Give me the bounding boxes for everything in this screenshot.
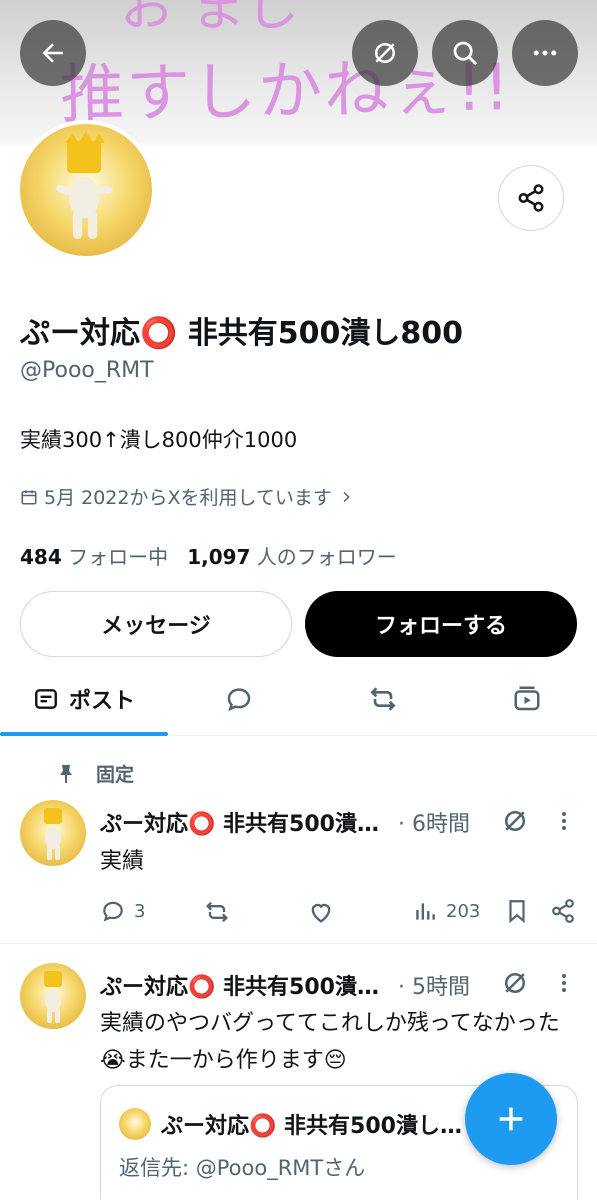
grok-icon[interactable] xyxy=(500,806,530,836)
media-tab-icon xyxy=(514,686,539,711)
post-avatar[interactable] xyxy=(20,800,86,866)
post-author-name[interactable]: ぷー対応⭕️ 非共有500潰し800 xyxy=(100,806,390,838)
more-button[interactable] xyxy=(512,20,578,86)
replies-tab-icon xyxy=(227,688,251,712)
profile-avatar[interactable] xyxy=(16,120,156,260)
repost-button[interactable] xyxy=(203,898,231,926)
tab-reposts[interactable] xyxy=(310,662,456,736)
follow-button[interactable]: フォローする xyxy=(305,591,577,657)
quoted-post-author: ぷー対応⭕️ 非共有500潰し800 xyxy=(161,1114,471,1139)
post-share-button[interactable] xyxy=(550,898,576,924)
post-header: ぷー対応⭕️ 非共有500潰し800 · 5時間 xyxy=(100,969,470,1001)
pin-icon xyxy=(60,764,72,783)
bookmark-icon xyxy=(509,900,525,924)
tab-replies[interactable] xyxy=(168,662,310,736)
views-icon xyxy=(416,903,435,920)
grok-button[interactable] xyxy=(352,20,418,86)
pinned-indicator: 固定 xyxy=(54,760,134,787)
tab-media[interactable] xyxy=(456,662,597,736)
reposts-tab-icon xyxy=(370,687,396,711)
grok-icon xyxy=(375,43,395,63)
avatar-figure-icon xyxy=(44,971,62,1023)
compose-plus-icon xyxy=(499,1107,523,1131)
active-tab-indicator xyxy=(0,732,168,736)
reply-count: 3 xyxy=(134,900,146,922)
user-handle: @Pooo_RMT xyxy=(20,358,154,383)
chevron-right-icon xyxy=(343,491,350,502)
share-profile-button[interactable] xyxy=(498,165,564,231)
post-time[interactable]: · 5時間 xyxy=(398,969,470,1001)
joined-date: 5月 2022からXを利用しています xyxy=(44,487,332,509)
post-text: 実績 xyxy=(100,849,145,874)
tab-posts[interactable]: ポスト xyxy=(0,662,168,736)
like-button[interactable] xyxy=(307,898,335,926)
post-more-icon[interactable] xyxy=(552,970,576,996)
avatar-figure-icon xyxy=(44,808,62,860)
post-text: 実績のやつバグっててこれしか残ってなかった😭また一から作ります😔 xyxy=(100,1011,560,1073)
post-header: ぷー対応⭕️ 非共有500潰し800 · 6時間 xyxy=(100,806,470,838)
views-count: 203 xyxy=(446,900,481,922)
message-button[interactable]: メッセージ xyxy=(20,591,292,657)
compose-post-button[interactable] xyxy=(465,1073,557,1165)
repost-icon xyxy=(206,901,228,923)
reply-button[interactable]: 3 xyxy=(100,898,145,924)
bookmark-button[interactable] xyxy=(504,898,530,924)
joined-date-link[interactable]: 5月 2022からXを利用しています xyxy=(20,483,354,510)
post-divider xyxy=(0,943,597,944)
avatar-figure-icon xyxy=(56,131,113,240)
share-icon xyxy=(518,184,544,212)
share-icon xyxy=(552,899,574,923)
post-author-name[interactable]: ぷー対応⭕️ 非共有500潰し800 xyxy=(100,969,390,1001)
banner-scribble-top: お まし xyxy=(120,0,300,38)
back-button[interactable] xyxy=(20,20,86,86)
followers-link[interactable]: 1,097 人のフォロワー xyxy=(187,545,397,569)
quoted-post-header: ぷー対応⭕️ 非共有500潰し800 xyxy=(119,1108,471,1140)
views-button[interactable]: 203 xyxy=(412,898,480,924)
posts-tab-icon xyxy=(35,689,57,709)
quoted-post-avatar xyxy=(119,1108,151,1140)
profile-tabs: ポスト xyxy=(0,662,597,736)
profile-bio: 実績300↑潰し800仲介1000 xyxy=(20,428,298,452)
follow-stats: 484 フォロー中 1,097 人のフォロワー xyxy=(20,541,397,570)
post-avatar[interactable] xyxy=(20,963,86,1029)
calendar-icon xyxy=(21,489,37,504)
search-button[interactable] xyxy=(432,20,498,86)
quoted-post-reply-to: 返信先: @Pooo_RMTさん xyxy=(119,1156,366,1180)
post-time[interactable]: · 6時間 xyxy=(398,806,470,838)
pinned-label: 固定 xyxy=(96,764,135,786)
reply-icon xyxy=(103,901,123,922)
more-icon xyxy=(533,50,557,56)
search-icon xyxy=(453,41,478,66)
like-icon xyxy=(311,903,331,923)
post-more-icon[interactable] xyxy=(552,808,576,834)
grok-icon[interactable] xyxy=(500,968,530,998)
following-link[interactable]: 484 フォロー中 xyxy=(20,545,168,569)
display-name: ぷー対応⭕️ 非共有500潰し800 xyxy=(20,316,464,351)
tab-posts-label: ポスト xyxy=(68,689,135,714)
back-arrow-icon xyxy=(42,43,63,63)
